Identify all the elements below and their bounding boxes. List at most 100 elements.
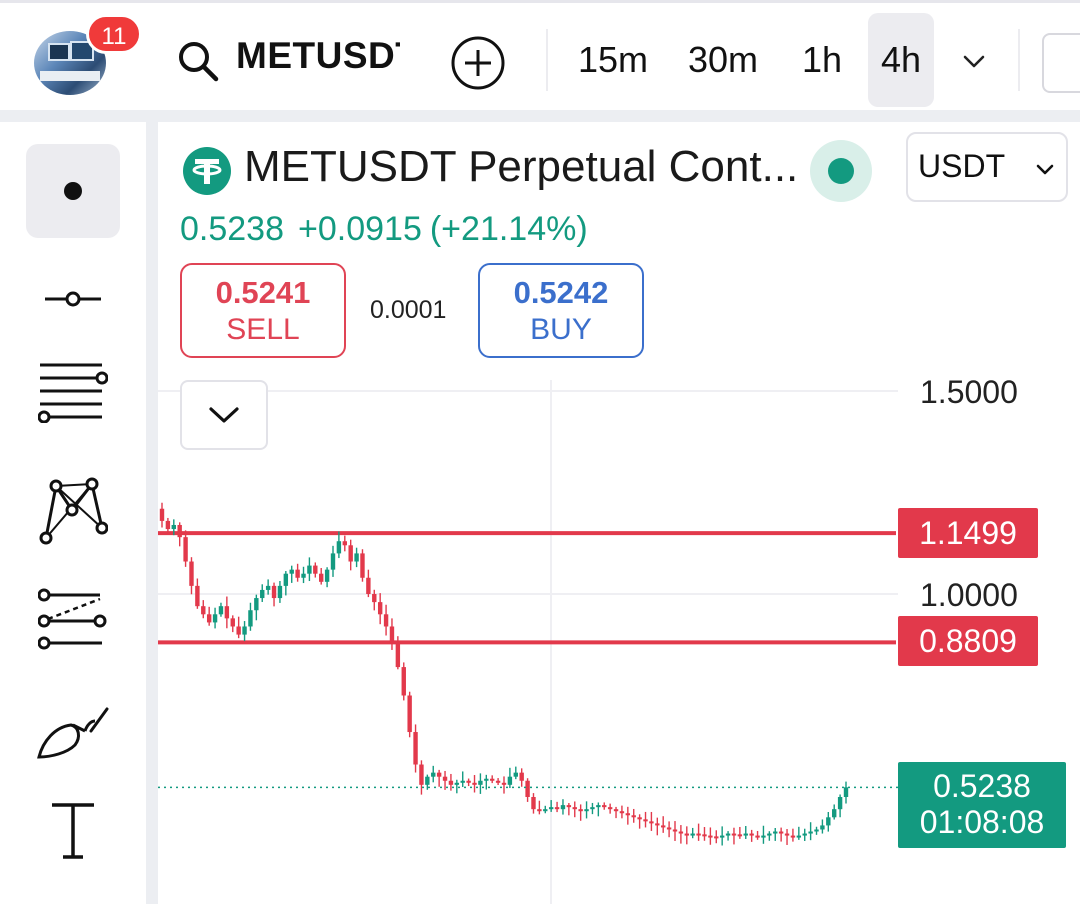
candle-body (183, 537, 188, 562)
candle-body (242, 626, 247, 635)
chevron-down-icon[interactable] (958, 45, 990, 77)
candle-body (690, 833, 695, 836)
candle-body (206, 614, 212, 623)
buy-button[interactable]: 0.5242 BUY (478, 263, 644, 358)
candle-body (625, 813, 631, 816)
candle-body (737, 834, 743, 837)
candle-body (684, 833, 689, 836)
timeframe-1h[interactable]: 1h (802, 37, 842, 87)
price-line-tag[interactable]: 1.1499 (898, 508, 1038, 558)
candle-body (578, 809, 583, 812)
candle-body (472, 782, 477, 785)
fib-retracement-icon (38, 363, 108, 423)
price-chart[interactable] (158, 380, 898, 904)
candle-body (755, 835, 760, 838)
bar-countdown: 01:08:08 (919, 804, 1045, 840)
candle-body (425, 776, 430, 785)
horizontal-line-icon (45, 291, 101, 307)
pattern-icon (39, 477, 108, 545)
candle-body (543, 809, 548, 812)
avatar-desk (40, 71, 100, 81)
instrument-title[interactable]: METUSDT Perpetual Cont... (244, 142, 796, 192)
candle-body (832, 809, 837, 818)
candle-body (643, 819, 648, 822)
add-symbol-icon[interactable] (450, 35, 506, 91)
candle-body (767, 833, 772, 836)
search-icon[interactable] (176, 39, 220, 83)
text-tool[interactable] (26, 784, 120, 878)
candle-body (195, 585, 200, 607)
cursor-tool[interactable] (26, 144, 120, 238)
candle-body (224, 606, 230, 619)
candle-body (395, 642, 401, 668)
notification-badge[interactable]: 11 (86, 14, 142, 54)
candle-body (336, 541, 342, 554)
last-price-tag-value: 0.5238 (933, 768, 1031, 804)
brush-icon (37, 707, 109, 759)
candle-body (719, 835, 725, 838)
timeframe-15m[interactable]: 15m (578, 37, 648, 87)
candle-body (602, 805, 607, 808)
candle-body (389, 626, 395, 643)
candle-body (784, 833, 790, 836)
candle-body (383, 614, 389, 627)
candle-body (301, 573, 306, 578)
candle-body (631, 815, 636, 818)
currency-select[interactable]: USDT (906, 132, 1068, 202)
candle-body (725, 833, 731, 836)
candle-body (254, 598, 259, 611)
symbol-search[interactable]: METUSDT (236, 35, 400, 77)
candle-body (319, 573, 324, 582)
collapse-panel-button[interactable] (180, 380, 268, 450)
fib-retracement-tool[interactable] (26, 344, 120, 438)
candle-body (743, 833, 748, 836)
candle-body (230, 618, 235, 627)
candle-body (843, 787, 849, 797)
chevron-down-icon (1036, 164, 1054, 175)
tether-icon (183, 147, 231, 195)
parallel-channel-icon (38, 588, 107, 650)
candle-body (201, 606, 206, 615)
top-bar: 11 METUSDT 15m 30m 1h 4h (0, 0, 1080, 110)
sell-button[interactable]: 0.5241 SELL (180, 263, 346, 358)
candle-body (377, 602, 383, 615)
candle-body (165, 520, 171, 530)
toolbar-divider (546, 29, 548, 91)
parallel-channel-tool[interactable] (26, 572, 120, 666)
candle-body (248, 610, 253, 627)
candle-body (366, 577, 371, 594)
candle-body (283, 573, 289, 586)
candle-body (218, 606, 224, 615)
candle-body (324, 569, 330, 582)
candle-body (466, 780, 471, 783)
candle-body (672, 829, 678, 832)
timeframe-30m[interactable]: 30m (688, 37, 758, 87)
last-price: 0.5238 (180, 210, 284, 248)
toolbar-divider (1018, 29, 1020, 91)
timeframe-4h[interactable]: 4h (868, 13, 934, 107)
price-summary: 0.5238 +0.0915 (+21.14%) (180, 210, 602, 249)
candle-body (460, 780, 465, 783)
avatar-screen (48, 43, 70, 61)
candle-body (619, 811, 625, 814)
brush-tool[interactable] (26, 686, 120, 780)
price-change: +0.0915 (298, 210, 422, 248)
candle-body (442, 776, 448, 781)
layout-button[interactable] (1042, 33, 1080, 93)
xabcd-pattern-tool[interactable] (26, 464, 120, 558)
candle-body (159, 508, 165, 521)
chevron-down-icon (209, 407, 239, 423)
candle-body (778, 831, 784, 834)
price-line-tag[interactable]: 0.8809 (898, 616, 1038, 666)
candle-body (436, 772, 442, 777)
candle-body (531, 797, 536, 810)
candle-body (413, 732, 418, 765)
candle-body (554, 807, 560, 810)
currency-label: USDT (918, 148, 1006, 184)
candle-body (661, 825, 666, 828)
cursor-dot-icon (64, 182, 82, 200)
spread-value: 0.0001 (370, 296, 447, 324)
horizontal-line-tool[interactable] (26, 252, 120, 346)
candle-body (607, 807, 613, 810)
candle-body (548, 807, 554, 810)
